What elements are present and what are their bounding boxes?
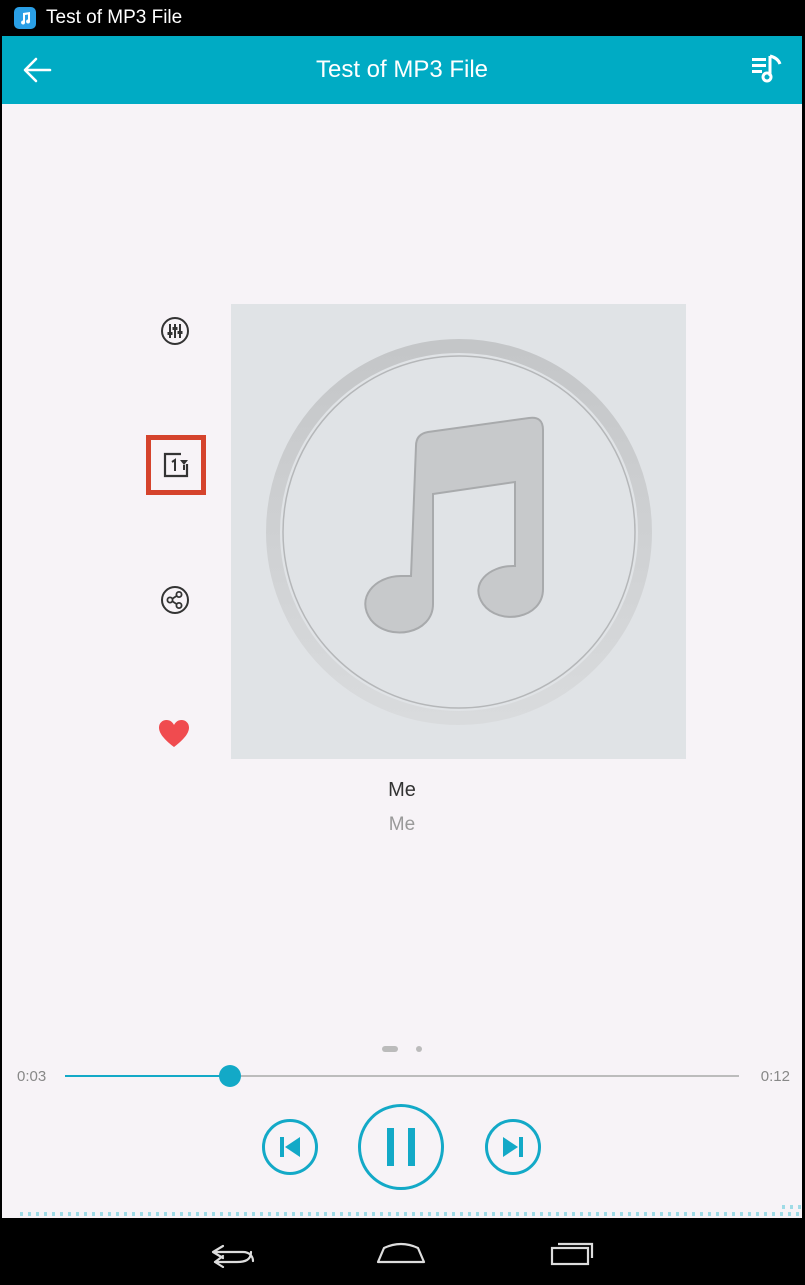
nav-recents-icon[interactable]	[546, 1236, 600, 1268]
song-title: Me	[388, 779, 416, 801]
seek-thumb[interactable]	[219, 1065, 242, 1087]
system-nav-bar	[0, 1218, 805, 1285]
player-content: Me Me 0:03 0:12	[2, 104, 802, 1218]
nav-back-icon[interactable]	[205, 1236, 259, 1269]
skip-next-icon	[503, 1137, 523, 1157]
duration: 0:12	[760, 1068, 790, 1085]
music-note-icon	[14, 7, 36, 29]
song-artist: Me	[388, 814, 416, 835]
equalizer-icon[interactable]	[155, 311, 195, 351]
pause-button[interactable]	[358, 1104, 444, 1190]
nav-home-icon[interactable]	[374, 1236, 428, 1268]
playlist-music-icon[interactable]	[750, 52, 784, 86]
add-to-playlist-icon[interactable]	[156, 445, 196, 485]
page-indicator	[2, 1046, 802, 1052]
pause-icon	[387, 1128, 415, 1166]
album-art	[231, 304, 686, 759]
current-time: 0:03	[17, 1068, 47, 1085]
status-app-title: Test of MP3 File	[46, 7, 183, 28]
next-button[interactable]	[485, 1119, 541, 1175]
page-title: Test of MP3 File	[315, 56, 489, 83]
visualizer-strip	[20, 1205, 802, 1216]
app-bar: Test of MP3 File	[2, 36, 802, 104]
share-icon[interactable]	[155, 580, 195, 620]
previous-button[interactable]	[262, 1119, 318, 1175]
page-dot	[416, 1046, 422, 1052]
seek-progress	[65, 1075, 231, 1077]
seek-bar[interactable]	[65, 1065, 739, 1087]
page-dot-active	[382, 1046, 398, 1052]
status-bar: Test of MP3 File	[0, 0, 805, 36]
heart-icon[interactable]	[154, 714, 194, 754]
arrow-back-icon[interactable]	[20, 52, 56, 88]
skip-previous-icon	[280, 1137, 300, 1157]
